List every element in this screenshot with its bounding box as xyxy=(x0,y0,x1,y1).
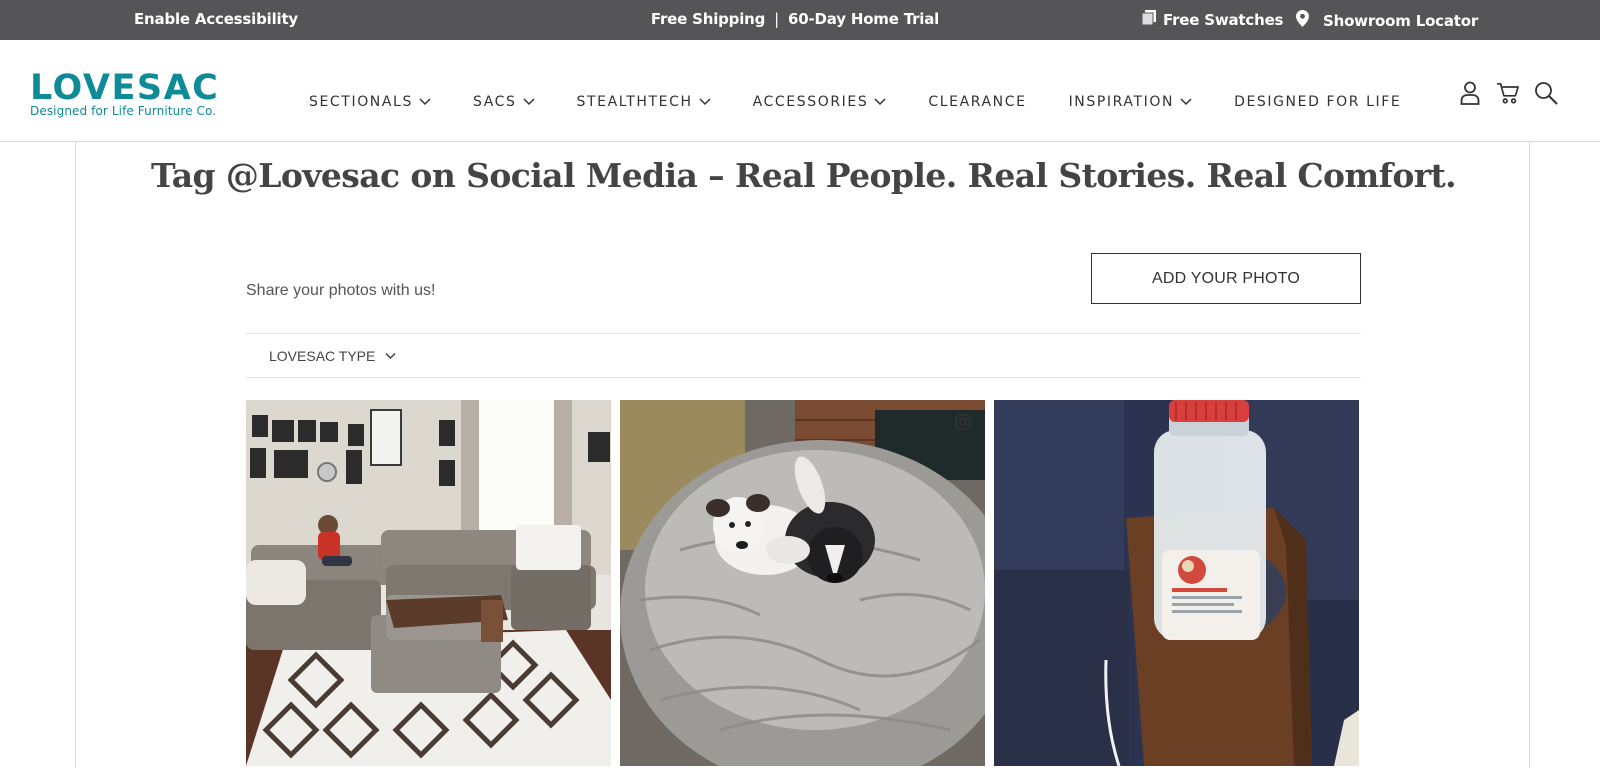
sectional-living-room-image xyxy=(246,400,611,766)
ugc-photo-grid xyxy=(246,400,1361,766)
nav-clearance[interactable]: CLEARANCE xyxy=(928,94,1026,110)
chevron-down-icon xyxy=(522,98,535,106)
nav-label: STEALTHTECH xyxy=(576,94,693,110)
nav-label: DESIGNED FOR LIFE xyxy=(1234,94,1402,110)
nav-sacs[interactable]: SACS xyxy=(473,94,535,110)
lovesac-logo[interactable]: LOVESAC Designed for Life Furniture Co. xyxy=(30,68,220,119)
header-actions xyxy=(1458,80,1558,106)
chevron-down-icon xyxy=(874,98,886,106)
account-icon[interactable] xyxy=(1458,80,1482,106)
nav-sectionals[interactable]: SECTIONALS xyxy=(309,94,431,110)
site-header: LOVESAC Designed for Life Furniture Co. … xyxy=(0,40,1600,142)
swatch-icon xyxy=(1141,10,1156,29)
nav-accessories[interactable]: ACCESSORIES xyxy=(753,94,887,110)
free-swatches-link[interactable]: Free Swatches xyxy=(1141,10,1284,29)
photo-tile-dogs-sac[interactable] xyxy=(620,400,985,766)
nav-inspiration[interactable]: INSPIRATION xyxy=(1069,94,1192,110)
nav-label: CLEARANCE xyxy=(928,94,1027,110)
logo-tagline: Designed for Life Furniture Co. xyxy=(30,104,217,118)
nav-label: ACCESSORIES xyxy=(752,94,869,110)
nav-label: SACS xyxy=(472,94,517,110)
lovesac-type-filter[interactable]: LOVESAC TYPE xyxy=(269,348,396,364)
nav-label: INSPIRATION xyxy=(1068,94,1175,110)
promo-separator: | xyxy=(774,10,780,28)
logo-wordmark: LOVESAC xyxy=(30,68,220,108)
page-title: Tag @Lovesac on Social Media – Real Peop… xyxy=(150,156,1457,195)
showroom-locator-link[interactable]: Showroom Locator xyxy=(1296,10,1478,31)
nav-label: SECTIONALS xyxy=(309,94,413,110)
search-icon[interactable] xyxy=(1534,80,1558,106)
nav-designed-for-life[interactable]: DESIGNED FOR LIFE xyxy=(1234,94,1401,110)
photo-tile-cup-holder[interactable] xyxy=(994,400,1359,766)
content-container: Tag @Lovesac on Social Media – Real Peop… xyxy=(75,142,1530,768)
add-your-photo-button[interactable]: ADD YOUR PHOTO xyxy=(1091,253,1361,304)
cart-icon[interactable] xyxy=(1496,80,1520,106)
instagram-icon xyxy=(955,414,971,430)
chevron-down-icon xyxy=(1180,98,1192,106)
dogs-on-sac-image xyxy=(620,400,985,766)
location-pin-icon xyxy=(1296,10,1309,31)
free-shipping-text: Free Shipping xyxy=(650,10,766,28)
filter-bar: LOVESAC TYPE xyxy=(246,333,1361,378)
main-navigation: SECTIONALS SACS STEALTHTECH ACCESSORIES … xyxy=(309,94,1443,110)
free-swatches-label: Free Swatches xyxy=(1163,10,1284,29)
chevron-down-icon xyxy=(699,98,711,106)
showroom-locator-label: Showroom Locator xyxy=(1323,11,1479,30)
share-photos-text: Share your photos with us! xyxy=(246,282,436,299)
photo-tile-sectional[interactable] xyxy=(246,400,611,766)
chevron-down-icon xyxy=(419,98,431,106)
top-utility-bar: Enable Accessibility Free Shipping | 60-Da… xyxy=(0,0,1600,40)
water-bottle-cupholder-image xyxy=(994,400,1359,766)
nav-stealthtech[interactable]: STEALTHTECH xyxy=(577,94,711,110)
filter-label: LOVESAC TYPE xyxy=(269,348,376,364)
home-trial-text: 60-Day Home Trial xyxy=(788,10,940,28)
chevron-down-icon xyxy=(385,352,396,360)
